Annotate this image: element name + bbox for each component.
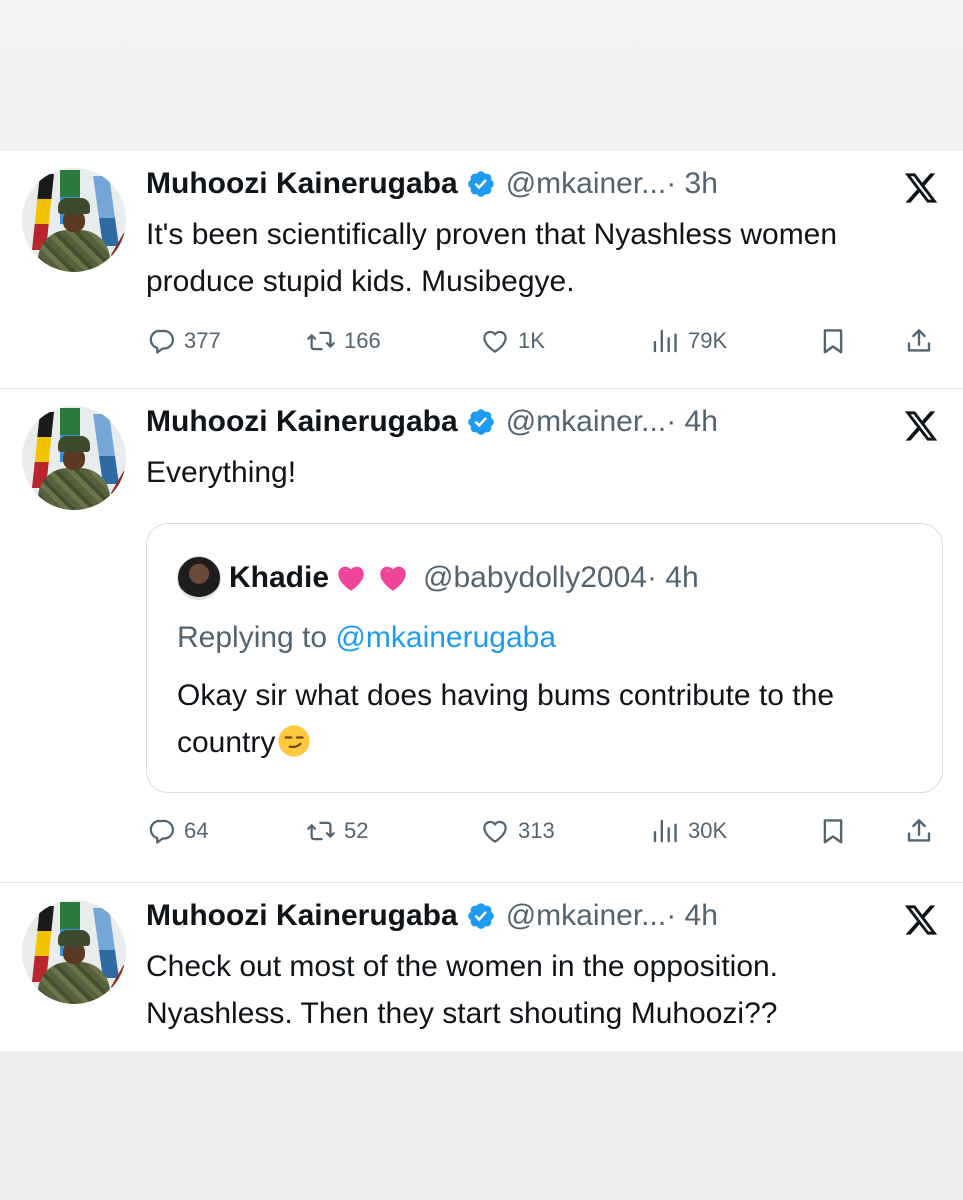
avatar[interactable] [22, 406, 126, 510]
retweet-button[interactable]: 52 [306, 816, 368, 846]
tweet[interactable]: Muhoozi Kainerugaba @mkainer... · 4h Che… [0, 883, 963, 1051]
retweet-icon [306, 326, 336, 356]
tweet-text: Check out most of the women in the oppos… [146, 950, 779, 1030]
quoted-author-name[interactable]: Khadie [229, 560, 329, 596]
share-button[interactable] [904, 326, 934, 356]
like-count: 313 [518, 818, 555, 843]
like-count: 1K [518, 328, 545, 353]
replying-prefix: Replying to [177, 621, 336, 654]
x-logo-icon [901, 170, 941, 206]
reply-count: 64 [184, 818, 209, 843]
author-name[interactable]: Muhoozi Kainerugaba [146, 404, 458, 440]
views-button[interactable]: 30K [650, 816, 727, 846]
verified-badge-icon [466, 407, 496, 437]
tweet-header: Muhoozi Kainerugaba @mkainer... · 4h [146, 404, 718, 440]
author-name[interactable]: Muhoozi Kainerugaba [146, 166, 458, 202]
reply-icon [146, 816, 176, 846]
author-handle[interactable]: @mkainer... [506, 166, 667, 202]
avatar-figure [38, 468, 110, 510]
quoted-text-content: Okay sir what does having bums contribut… [177, 679, 835, 759]
quoted-tweet-time[interactable]: · 4h [647, 560, 699, 596]
view-count: 30K [688, 818, 728, 843]
heart-icon [480, 816, 510, 846]
two-hearts-emoji-icon [375, 561, 411, 595]
author-handle[interactable]: @mkainer... [506, 898, 667, 934]
avatar-cap [58, 198, 90, 214]
reply-count: 377 [184, 328, 221, 353]
tweet-time[interactable]: · 4h [666, 898, 718, 934]
retweet-count: 52 [344, 818, 369, 843]
reply-icon [146, 326, 176, 356]
quoted-avatar[interactable] [177, 556, 221, 600]
tweet-text: Everything! [146, 456, 297, 489]
smirk-emoji-icon [277, 724, 311, 758]
bookmark-button[interactable] [818, 816, 848, 846]
avatar-figure [38, 962, 110, 1004]
tweet[interactable]: Muhoozi Kainerugaba @mkainer... · 4h Eve… [0, 389, 963, 883]
avatar-figure [38, 230, 110, 272]
author-handle[interactable]: @mkainer... [506, 404, 667, 440]
tweet-actions: 64 52 313 30K [146, 811, 942, 851]
author-name[interactable]: Muhoozi Kainerugaba [146, 898, 458, 934]
pink-heart-emoji-icon [333, 561, 369, 595]
share-icon [904, 326, 934, 356]
avatar-cap [58, 436, 90, 452]
avatar[interactable] [22, 168, 126, 272]
tweet-time[interactable]: · 3h [666, 166, 718, 202]
tweet[interactable]: Muhoozi Kainerugaba @mkainer... · 3h It'… [0, 151, 963, 389]
tweet-text: It's been scientifically proven that Nya… [146, 218, 838, 298]
tweet-actions: 377 166 1K 79K [146, 321, 942, 361]
like-button[interactable]: 313 [480, 816, 555, 846]
tweet-time[interactable]: · 4h [666, 404, 718, 440]
share-icon [904, 816, 934, 846]
view-count: 79K [688, 328, 728, 353]
share-button[interactable] [904, 816, 934, 846]
bookmark-button[interactable] [818, 326, 848, 356]
quoted-tweet-text: Okay sir what does having bums contribut… [177, 672, 927, 766]
views-icon [650, 326, 680, 356]
reply-button[interactable]: 377 [146, 326, 221, 356]
x-logo-icon [901, 408, 941, 444]
verified-badge-icon [466, 169, 496, 199]
views-icon [650, 816, 680, 846]
name-emoji [333, 561, 411, 595]
quoted-tweet-header: Khadie @babydolly2004 · 4h [177, 556, 699, 600]
avatar[interactable] [22, 900, 126, 1004]
retweet-button[interactable]: 166 [306, 326, 381, 356]
tweet-header: Muhoozi Kainerugaba @mkainer... · 3h [146, 166, 718, 202]
avatar-cap [58, 930, 90, 946]
retweet-icon [306, 816, 336, 846]
replying-mention-link[interactable]: @mkainerugaba [335, 621, 556, 654]
x-logo-icon [901, 902, 941, 938]
heart-icon [480, 326, 510, 356]
tweet-feed: Muhoozi Kainerugaba @mkainer... · 3h It'… [0, 151, 963, 1051]
retweet-count: 166 [344, 328, 381, 353]
quoted-author-handle[interactable]: @babydolly2004 [423, 560, 647, 596]
tweet-header: Muhoozi Kainerugaba @mkainer... · 4h [146, 898, 718, 934]
bookmark-icon [818, 816, 848, 846]
reply-button[interactable]: 64 [146, 816, 208, 846]
like-button[interactable]: 1K [480, 326, 545, 356]
views-button[interactable]: 79K [650, 326, 727, 356]
quoted-tweet[interactable]: Khadie @babydolly2004 · 4h Replying to @… [146, 523, 943, 793]
bookmark-icon [818, 326, 848, 356]
verified-badge-icon [466, 901, 496, 931]
replying-to: Replying to @mkainerugaba [177, 620, 556, 656]
